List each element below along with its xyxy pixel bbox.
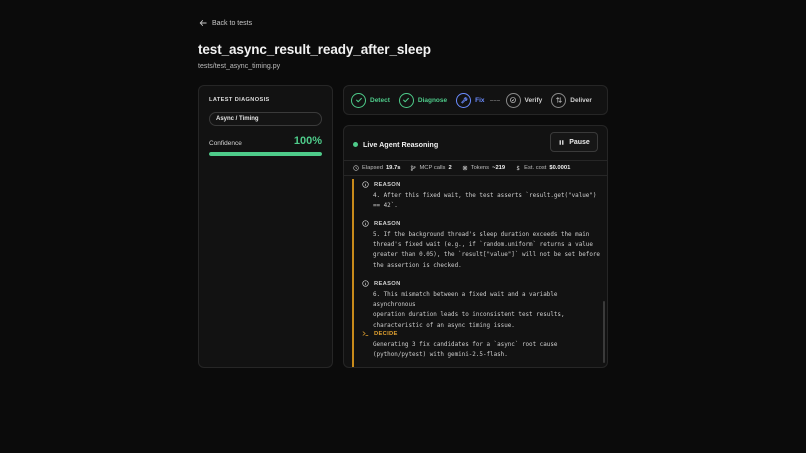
stat-mcp-value: 2 [448,165,452,171]
info-icon [362,181,369,188]
pause-icon [559,139,564,145]
stat-elapsed: Elapsed 19.7s [353,165,400,171]
step-label: Verify [524,96,543,104]
diagnosis-panel: LATEST DIAGNOSIS Async / Timing Confiden… [198,85,333,368]
log-entry-text: 6. This mismatch between a fixed wait an… [373,292,565,329]
stat-mcp-label: MCP calls [419,165,446,171]
info-icon [362,280,369,287]
log-entry-header: REASON [362,220,600,227]
clock-icon [353,165,359,171]
step-label: Fix [475,96,485,104]
confidence-bar [209,152,322,156]
stat-cost-value: $0.0001 [549,165,571,171]
log-entry-header: REASON [362,181,600,188]
step-label: Diagnose [417,96,448,104]
dollar-icon [516,165,520,171]
stat-tokens-label: Tokens [470,165,490,171]
reasoning-title: Live Agent Reasoning [363,140,439,149]
log-entry-type: DECIDE [374,330,398,337]
shield-check-icon [505,92,521,108]
step-detect: Detect [351,92,390,108]
log-entry-text: 4. After this fixed wait, the test asser… [373,193,597,210]
step-label: Deliver [570,96,592,104]
log-entry-text: Generating 3 fix candidates for a `async… [373,342,558,359]
log-entry: REASON 5. If the background thread's sle… [362,220,600,271]
log-entry-type: REASON [374,220,401,227]
stat-elapsed-label: Elapsed [362,165,383,171]
reasoning-log[interactable]: REASON 4. After this fixed wait, the tes… [352,177,600,367]
diagnosis-category-badge: Async / Timing [209,112,322,126]
confidence-value: 100% [293,135,322,147]
check-icon [398,92,414,108]
log-entry: REASON 6. This mismatch between a fixed … [362,280,600,331]
step-connector [489,99,500,101]
confidence-label: Confidence [209,140,242,147]
step-deliver: Deliver [551,92,592,108]
log-entry-type: REASON [374,181,401,188]
log-entry-text: 5. If the background thread's sleep dura… [373,232,600,269]
transfer-icon [551,92,567,108]
pipeline-steps: Detect Diagnose Fix Verify Deliver [343,85,608,115]
pause-button[interactable]: Pause [550,132,598,152]
pause-label: Pause [569,138,590,146]
arrow-left-icon [199,20,207,26]
stat-mcp-calls: MCP calls 2 [410,165,452,171]
info-icon [362,220,369,227]
cpu-icon [462,165,467,171]
log-entry-type: REASON [374,280,401,287]
reasoning-stats-bar: Elapsed 19.7s MCP calls 2 Tokens ~219 Es… [344,160,607,176]
log-timeline-line [352,179,354,367]
test-file-path: tests/test_async_timing.py [198,63,281,70]
back-to-tests-link[interactable]: Back to tests [199,19,252,27]
check-icon [351,92,366,108]
terminal-icon [362,331,369,336]
branch-icon [411,165,416,171]
step-verify: Verify [505,92,543,108]
step-label: Detect [370,96,390,104]
live-reasoning-panel: Live Agent Reasoning Pause Elapsed 19.7s… [343,125,608,368]
wrench-icon [456,92,472,108]
stat-elapsed-value: 19.7s [385,165,401,171]
page-title: test_async_result_ready_after_sleep [198,42,431,57]
stat-est-cost: Est. cost $0.0001 [515,165,570,171]
log-entry-header: DECIDE [362,330,600,337]
stat-tokens-value: ~219 [492,165,506,171]
back-link-label: Back to tests [212,19,253,27]
log-entry: REASON 4. After this fixed wait, the tes… [362,181,600,211]
reasoning-header: Live Agent Reasoning [353,140,438,149]
log-entry-header: REASON [362,280,600,287]
stat-cost-label: Est. cost [524,165,547,171]
step-diagnose: Diagnose [398,92,448,108]
live-status-dot [353,142,358,147]
log-entry-decide: DECIDE Generating 3 fix candidates for a… [362,330,600,360]
confidence-bar-fill [209,152,322,156]
stat-tokens: Tokens ~219 [462,165,505,171]
log-scrollbar[interactable] [603,301,605,363]
diagnosis-section-label: LATEST DIAGNOSIS [209,97,270,103]
step-fix: Fix [456,92,485,108]
